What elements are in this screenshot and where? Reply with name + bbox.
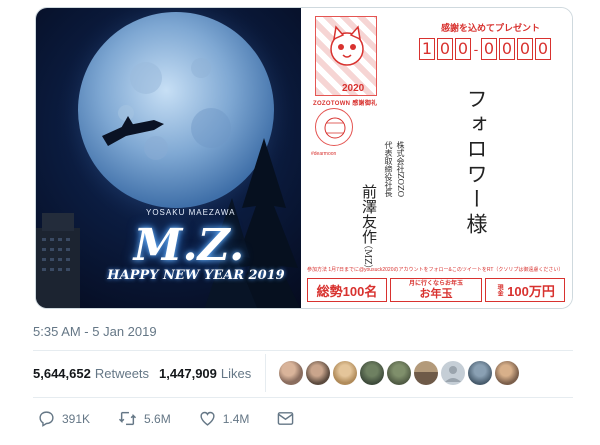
retweets-stat[interactable]: 5,644,652 Retweets [33,366,149,381]
sender-company: 株式会社ZOZO [396,141,405,198]
avatar[interactable] [333,361,357,385]
moon-photo: YOSAKU MAEZAWA M.Z. HAPPY NEW YEAR 2019 [36,8,301,308]
avatar[interactable] [468,361,492,385]
retweet-count: 5.6M [144,411,171,426]
sender-name: 前澤友作 [360,184,378,244]
moon-postmark-icon [324,117,346,139]
prize-otoshidama-title: お年玉 [419,287,453,300]
reply-count: 391K [62,411,91,426]
postal-digit: 1 [419,38,435,60]
addressee: フォロワー様 [464,88,488,238]
photo-title: M.Z. [133,220,245,271]
divider [33,350,573,351]
campaign-note: 参加方法 1月7日までに@yousuck2020のアカウントをフォロー&このツイ… [307,267,564,273]
postal-digit: 0 [499,38,515,60]
avatar[interactable] [387,361,411,385]
postal-digit: 0 [455,38,471,60]
postal-digit: 0 [437,38,453,60]
avatar[interactable] [414,361,438,385]
cat-mascot-icon [330,25,364,66]
prize-amount-box: 現金 100万円 [485,278,565,302]
prize-amount-tag: 現金 [496,284,503,296]
gratitude-heading: 感謝を込めてプレゼント [441,23,541,33]
reply-button[interactable]: 391K [38,410,90,427]
like-button[interactable]: 1.4M [199,410,250,427]
tweet-actions: 391K 5.6M 1.4M [38,410,329,427]
prize-total: 総勢100名 [307,278,387,302]
reply-icon [39,411,54,427]
postal-digit: 0 [517,38,533,60]
postal-digit: 0 [481,38,497,60]
tweet-image-card[interactable]: YOSAKU MAEZAWA M.Z. HAPPY NEW YEAR 2019 … [35,7,573,309]
new-year-postcard: 2020 ZOZOTOWN 感謝御礼 #dearmoon 感謝を込めてプレゼント… [301,8,572,308]
tweet-stats: 5,644,652 Retweets 1,447,909 Likes [33,366,251,381]
liker-avatars [279,361,519,385]
stamp-year: 2020 [342,83,365,94]
default-avatar-icon[interactable] [441,361,465,385]
postmark-icon [315,108,353,146]
retweet-button[interactable]: 5.6M [118,410,171,427]
avatar[interactable] [306,361,330,385]
default-user-icon [445,366,461,382]
postage-stamp: 2020 [315,16,377,96]
avatar[interactable] [279,361,303,385]
retweets-count: 5,644,652 [33,366,91,381]
retweet-icon [118,411,137,426]
tweet-timestamp[interactable]: 5:35 AM - 5 Jan 2019 [33,324,157,339]
direct-message-button[interactable] [277,411,301,426]
heart-icon [200,411,215,426]
likes-label: Likes [220,366,252,381]
photo-caption-name: YOSAKU MAEZAWA [146,208,236,217]
prize-row: 総勢100名 月に行くならお年玉 お年玉 現金 100万円 [307,278,569,302]
likes-count: 1,447,909 [159,366,217,381]
postal-digit: 0 [535,38,551,60]
prize-otoshidama: 月に行くならお年玉 お年玉 [390,278,482,302]
likes-stat[interactable]: 1,447,909 Likes [159,366,251,381]
avatar[interactable] [360,361,384,385]
postal-dash: - [473,41,479,57]
photo-greeting: HAPPY NEW YEAR 2019 [107,268,285,283]
like-count: 1.4M [222,411,250,426]
envelope-icon [278,412,294,425]
prize-amount: 100万円 [507,283,555,299]
stats-separator [265,354,266,392]
postmark-hashtag: #dearmoon [311,151,337,157]
postal-code-boxes: 1 0 0 - 0 0 0 0 [419,38,551,60]
prize-otoshidama-caption: 月に行くならお年玉 [408,280,463,287]
avatar[interactable] [495,361,519,385]
sender-title: 代表取締役社長 [384,141,393,197]
divider [33,397,573,398]
retweets-label: Retweets [94,366,150,381]
stamp-label: ZOZOTOWN 感謝御礼 [313,101,378,107]
